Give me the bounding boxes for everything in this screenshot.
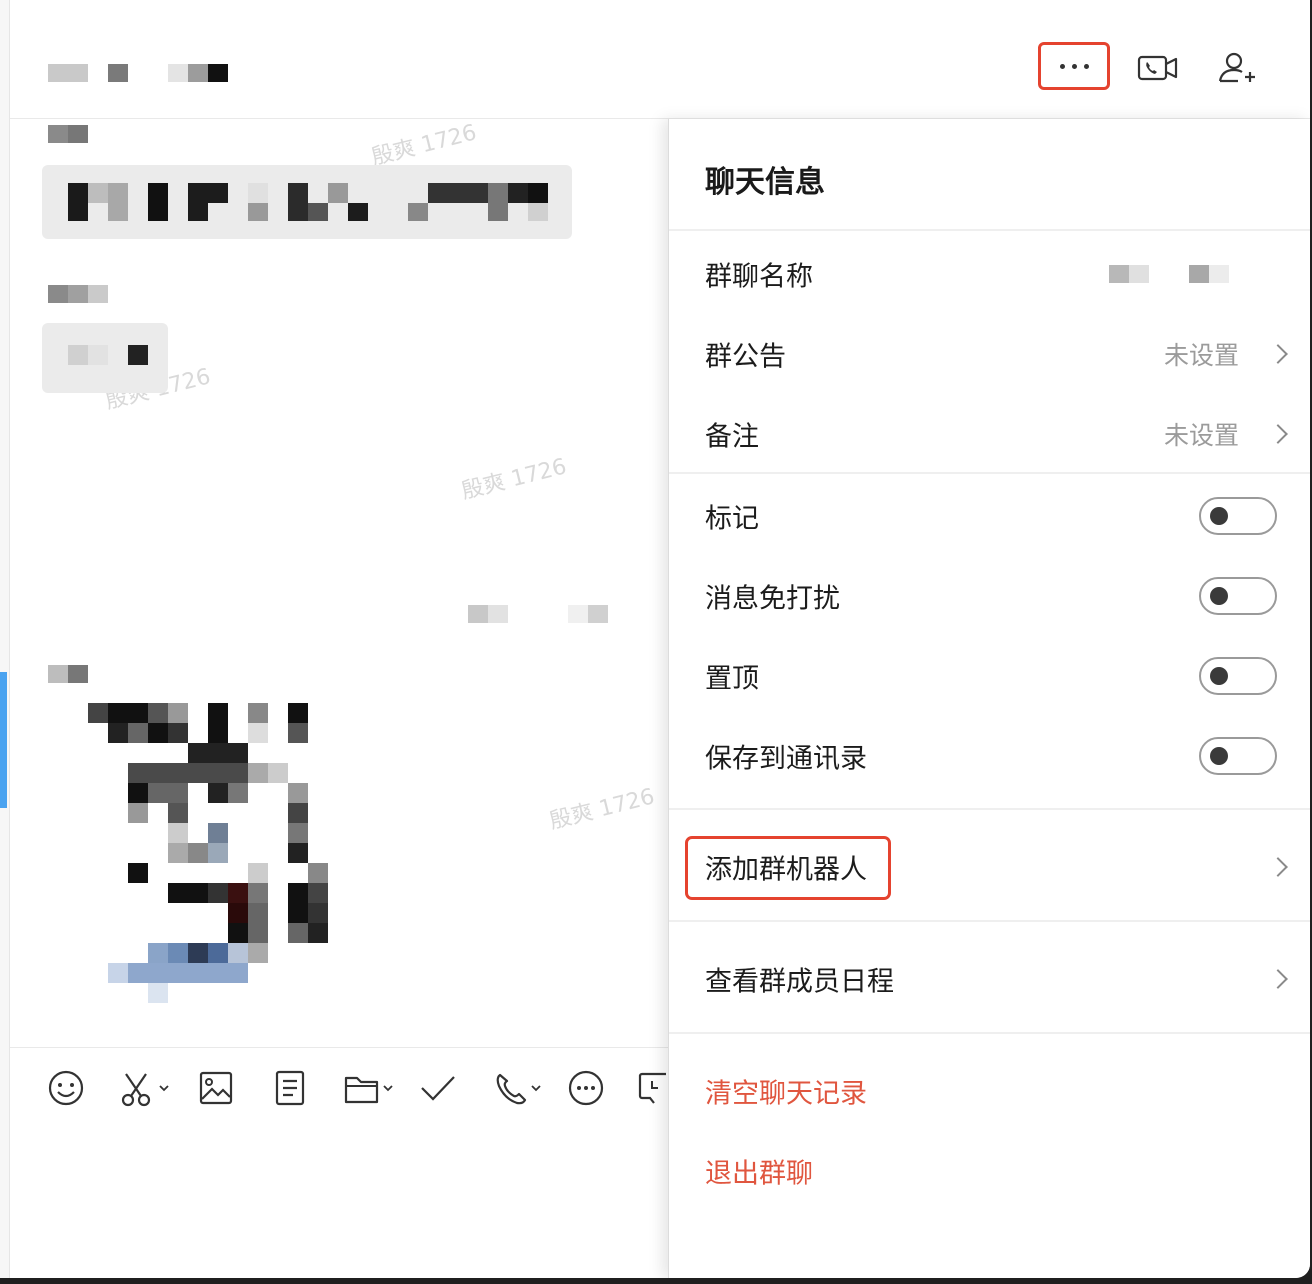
document-icon: [275, 1070, 305, 1106]
remark-label: 备注: [705, 421, 759, 453]
member-schedule-row[interactable]: 查看群成员日程: [669, 939, 1310, 1019]
divider: [669, 920, 1310, 922]
scissors-icon: [121, 1073, 169, 1107]
add-member-button[interactable]: [1214, 48, 1258, 88]
message-list[interactable]: 殷爽 1726 殷爽 1726 殷爽 1726 殷爽 1726: [10, 119, 668, 1046]
divider: [669, 472, 1310, 474]
check-icon: [421, 1076, 455, 1101]
watermark: 殷爽 1726: [547, 784, 658, 835]
sidebar-selection-indicator: [0, 672, 7, 808]
video-call-button[interactable]: [1136, 48, 1180, 88]
chevron-right-icon: [1268, 969, 1288, 989]
announcement-label: 群公告: [705, 341, 786, 373]
more-icon: [1059, 63, 1065, 69]
mute-row: 消息免打扰: [669, 556, 1310, 636]
clear-history-label: 清空聊天记录: [705, 1078, 867, 1110]
leave-group-row[interactable]: 退出群聊: [669, 1131, 1310, 1211]
input-toolbar: [10, 1047, 668, 1278]
chevron-right-icon: [1268, 344, 1288, 364]
chevron-right-icon: [1268, 424, 1288, 444]
group-name-row[interactable]: 群聊名称: [669, 234, 1310, 314]
remark-row[interactable]: 备注 未设置: [669, 394, 1310, 474]
add-member-icon: [1218, 52, 1255, 83]
mark-row: 标记: [669, 476, 1310, 556]
message-bubble[interactable]: [42, 323, 168, 393]
emoji-button[interactable]: [44, 1066, 88, 1110]
more-tools-button[interactable]: [564, 1066, 608, 1110]
add-bot-row[interactable]: 添加群机器人: [669, 827, 1310, 907]
video-call-icon: [1137, 55, 1178, 81]
divider: [669, 1032, 1310, 1034]
group-name-label: 群聊名称: [705, 261, 813, 293]
divider: [669, 229, 1310, 231]
screenshot-button[interactable]: [118, 1066, 178, 1110]
image-message[interactable]: [88, 703, 358, 1003]
chevron-right-icon: [1268, 857, 1288, 877]
schedule-icon: [638, 1072, 666, 1104]
mute-toggle[interactable]: [1199, 577, 1277, 615]
chat-header: [10, 0, 1310, 119]
member-schedule-label: 查看群成员日程: [705, 966, 894, 998]
call-button[interactable]: [490, 1066, 550, 1110]
announcement-row[interactable]: 群公告 未设置: [669, 314, 1310, 394]
phone-icon: [496, 1073, 541, 1105]
mark-label: 标记: [705, 503, 759, 535]
more-circle-icon: [568, 1070, 604, 1106]
more-button[interactable]: [1038, 42, 1110, 90]
watermark: 殷爽 1726: [459, 454, 570, 505]
chat-window: 殷爽 1726 殷爽 1726 殷爽 1726 殷爽 1726 聊天信息 群聊名…: [0, 0, 1310, 1278]
mark-toggle[interactable]: [1199, 497, 1277, 535]
save-contacts-label: 保存到通讯录: [705, 743, 867, 775]
pin-row: 置顶: [669, 636, 1310, 716]
save-contacts-row: 保存到通讯录: [669, 716, 1310, 796]
add-bot-label: 添加群机器人: [705, 854, 867, 886]
emoji-icon: [48, 1070, 84, 1106]
task-button[interactable]: [416, 1066, 460, 1110]
announcement-value: 未设置: [1163, 341, 1239, 370]
document-button[interactable]: [268, 1066, 312, 1110]
divider: [669, 808, 1310, 810]
file-button[interactable]: [340, 1066, 400, 1110]
leave-group-label: 退出群聊: [705, 1158, 813, 1190]
remark-value: 未设置: [1163, 421, 1239, 450]
mute-label: 消息免打扰: [705, 583, 840, 615]
clear-history-row[interactable]: 清空聊天记录: [669, 1051, 1310, 1131]
chat-info-panel: 聊天信息 群聊名称 群公告 未设置 备注 未设置 标记 消息免打扰 置顶 保存到…: [668, 119, 1310, 1278]
folder-icon: [344, 1076, 393, 1104]
save-contacts-toggle[interactable]: [1199, 737, 1277, 775]
pin-label: 置顶: [705, 663, 759, 695]
watermark: 殷爽 1726: [369, 120, 480, 171]
pin-toggle[interactable]: [1199, 657, 1277, 695]
message-bubble[interactable]: [42, 165, 572, 239]
image-button[interactable]: [194, 1066, 238, 1110]
schedule-button[interactable]: [636, 1066, 666, 1110]
sidebar-edge: [0, 0, 10, 1278]
panel-title: 聊天信息: [705, 165, 825, 200]
image-icon: [199, 1071, 233, 1105]
